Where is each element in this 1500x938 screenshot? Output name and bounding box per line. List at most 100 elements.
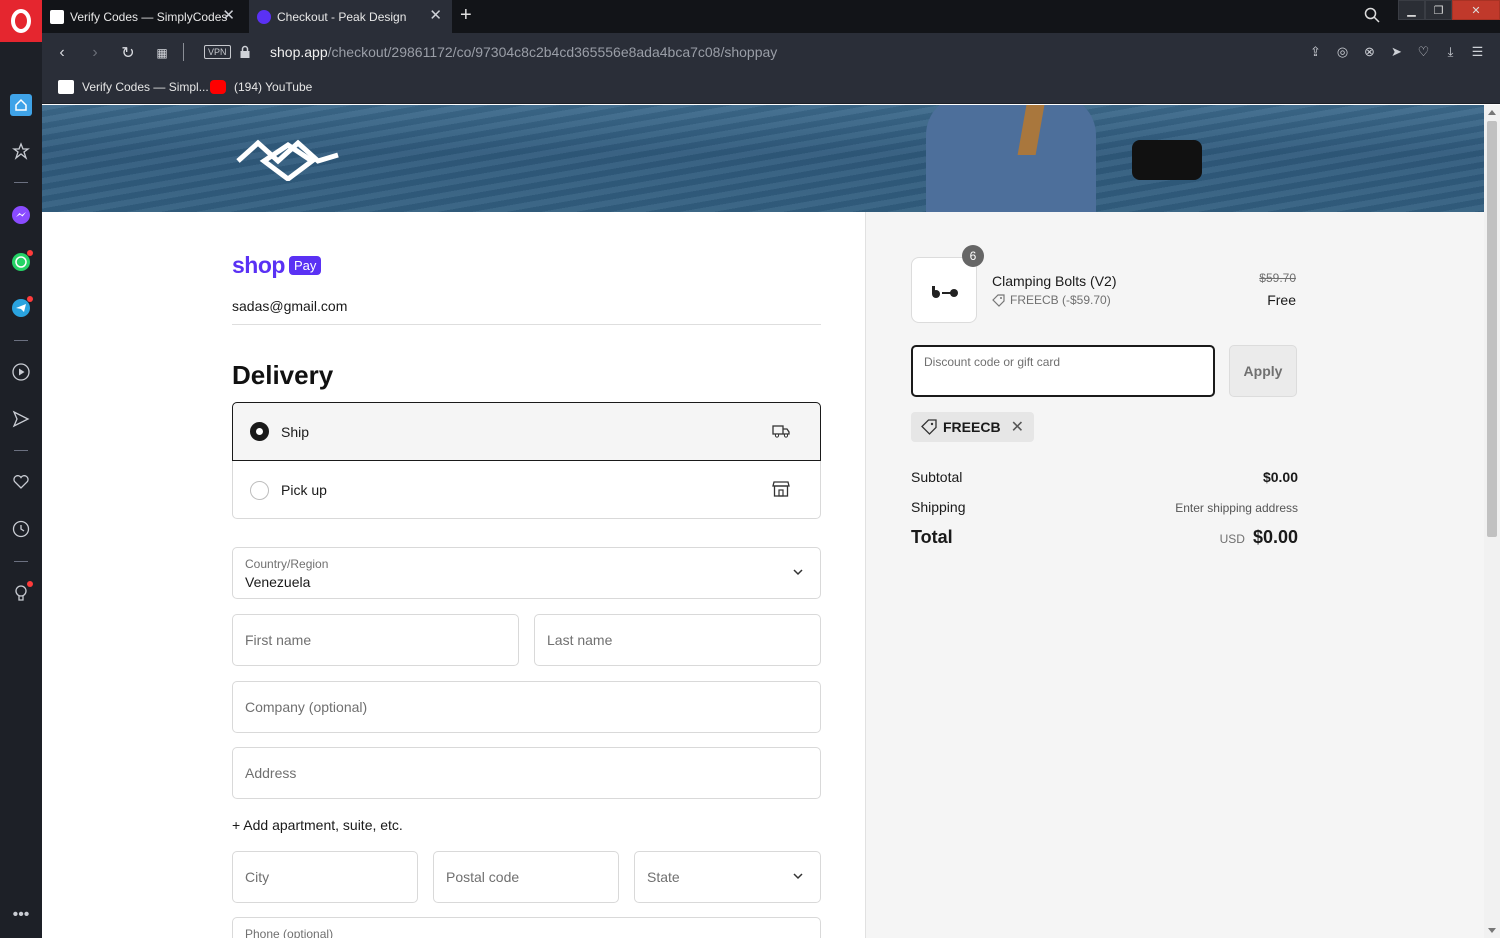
delivery-option-label: Ship — [281, 423, 310, 440]
close-tab-icon[interactable]: ✕ — [429, 8, 442, 24]
account-email: sadas@gmail.com — [232, 298, 348, 314]
tabs-grid-icon[interactable]: ▦ — [152, 43, 172, 63]
applied-discount-tag: FREECB ✕ — [911, 412, 1034, 442]
telegram-icon[interactable] — [10, 296, 33, 319]
restore-window-icon[interactable]: ❐ — [1425, 0, 1452, 20]
share-icon[interactable]: ⇪ — [1307, 43, 1324, 60]
minimize-window-icon[interactable]: ▁ — [1398, 0, 1425, 20]
hero-banner — [42, 105, 1484, 212]
tab-simplycodes[interactable]: Verify Codes — SimplyCodes ✕ — [42, 0, 245, 33]
reload-icon[interactable]: ↻ — [118, 43, 138, 63]
order-summary: 6 Clamping Bolts (V2) FREECB (-$59.70) $… — [865, 212, 1484, 938]
country-select[interactable]: Country/Region Venezuela — [232, 547, 821, 599]
checkout-form: shop Pay sadas@gmail.com Delivery Ship P… — [42, 212, 865, 938]
product-discount: FREECB (-$59.70) — [992, 293, 1111, 307]
product-price: Free — [1267, 292, 1296, 308]
city-field[interactable]: City — [232, 851, 418, 903]
delivery-option-ship[interactable]: Ship — [232, 402, 821, 461]
messenger-icon[interactable] — [10, 204, 32, 226]
simplycodes-icon — [58, 80, 74, 94]
opera-sidebar: ••• — [0, 0, 42, 938]
adblock-icon[interactable]: ⊗ — [1361, 43, 1378, 60]
subtotal-row: Subtotal $0.00 — [911, 469, 1298, 485]
close-window-icon[interactable]: ✕ — [1452, 0, 1500, 20]
tab-strip: Verify Codes — SimplyCodes ✕ Checkout - … — [42, 0, 1500, 33]
forward-icon[interactable]: › — [85, 43, 105, 63]
tab-checkout[interactable]: Checkout - Peak Design ✕ — [249, 0, 452, 33]
first-name-field[interactable]: First name — [232, 614, 519, 666]
radio-pickup[interactable] — [250, 480, 269, 500]
history-icon[interactable] — [10, 518, 32, 540]
delivery-option-pickup[interactable]: Pick up — [233, 461, 820, 519]
product-original-price: $59.70 — [1259, 271, 1296, 285]
back-icon[interactable]: ‹ — [52, 43, 72, 63]
postal-code-field[interactable]: Postal code — [433, 851, 619, 903]
sidebar-divider — [14, 561, 28, 562]
chevron-down-icon — [793, 873, 803, 880]
sidebar-divider — [14, 182, 28, 183]
company-field[interactable]: Company (optional) — [232, 681, 821, 733]
shipping-row: Shipping Enter shipping address — [911, 499, 1298, 515]
store-icon — [772, 481, 790, 497]
speed-dial-icon[interactable] — [10, 140, 32, 162]
bookmark-label: (194) YouTube — [234, 80, 313, 94]
delivery-method-group: Ship Pick up — [232, 402, 821, 519]
tab-title: Verify Codes — SimplyCodes — [70, 9, 228, 24]
send-to-icon[interactable]: ➤ — [1388, 43, 1405, 60]
delivery-heading: Delivery — [232, 360, 334, 390]
youtube-icon — [210, 80, 226, 94]
bookmark-simplycodes[interactable]: Verify Codes — Simpl... — [58, 80, 209, 94]
whatsapp-icon[interactable] — [10, 250, 33, 273]
page-scrollbar[interactable] — [1484, 105, 1500, 938]
truck-icon — [772, 425, 790, 438]
quantity-badge: 6 — [962, 245, 984, 267]
checkout-page: shop Pay sadas@gmail.com Delivery Ship P… — [42, 105, 1484, 938]
product-name: Clamping Bolts (V2) — [992, 273, 1117, 289]
bookmark-label: Verify Codes — Simpl... — [82, 80, 209, 94]
country-value: Venezuela — [245, 574, 311, 590]
home-icon[interactable] — [10, 94, 32, 116]
product-thumbnail — [911, 257, 977, 323]
snapshot-icon[interactable]: ◎ — [1334, 43, 1351, 60]
close-tab-icon[interactable]: ✕ — [222, 8, 235, 24]
bookmark-youtube[interactable]: (194) YouTube — [210, 80, 312, 94]
bookmarks-bar: Verify Codes — Simpl... (194) YouTube — [42, 73, 1500, 104]
shop-favicon-icon — [257, 9, 271, 24]
tag-icon — [921, 419, 937, 435]
search-tabs-icon[interactable] — [1364, 7, 1380, 28]
send-icon[interactable] — [10, 408, 32, 430]
sidebar-divider — [14, 450, 28, 451]
simplycodes-favicon-icon — [50, 9, 64, 24]
tag-icon — [992, 293, 1005, 307]
state-select[interactable]: State — [634, 851, 821, 903]
bookmark-heart-icon[interactable]: ♡ — [1415, 43, 1432, 60]
shop-pay-logo: shop Pay — [232, 252, 322, 279]
last-name-field[interactable]: Last name — [534, 614, 821, 666]
hero-photo — [926, 105, 1096, 212]
tab-title: Checkout - Peak Design — [277, 9, 407, 24]
sidebar-divider — [14, 340, 28, 341]
total-row: Total USD $0.00 — [911, 527, 1298, 547]
more-icon[interactable]: ••• — [10, 904, 32, 926]
download-icon[interactable]: ⤓ — [1442, 43, 1459, 60]
radio-ship[interactable] — [250, 422, 269, 441]
add-apartment-link[interactable]: + Add apartment, suite, etc. — [232, 817, 403, 833]
discount-code-input[interactable]: Discount code or gift card — [911, 345, 1215, 397]
player-icon[interactable] — [10, 361, 32, 383]
lightbulb-icon[interactable] — [10, 581, 33, 604]
remove-discount-icon[interactable]: ✕ — [1011, 417, 1024, 437]
opera-logo-icon[interactable] — [0, 0, 42, 42]
country-label: Country/Region — [245, 557, 329, 571]
phone-field[interactable]: Phone (optional) — [232, 917, 821, 938]
peak-design-logo[interactable] — [234, 135, 340, 181]
divider — [232, 324, 821, 325]
address-field[interactable]: Address — [232, 747, 821, 799]
vpn-badge[interactable]: VPN — [204, 45, 231, 59]
apply-button[interactable]: Apply — [1229, 345, 1297, 397]
lock-icon[interactable] — [239, 45, 251, 64]
url-field[interactable]: shop.app/checkout/29861172/co/97304c8c2b… — [270, 44, 777, 60]
address-bar: ‹ › ↻ ▦ VPN shop.app/checkout/29861172/c… — [42, 33, 1500, 73]
new-tab-icon[interactable]: + — [460, 5, 472, 25]
heart-icon[interactable] — [10, 471, 32, 493]
easy-setup-icon[interactable]: ☰ — [1469, 43, 1486, 60]
